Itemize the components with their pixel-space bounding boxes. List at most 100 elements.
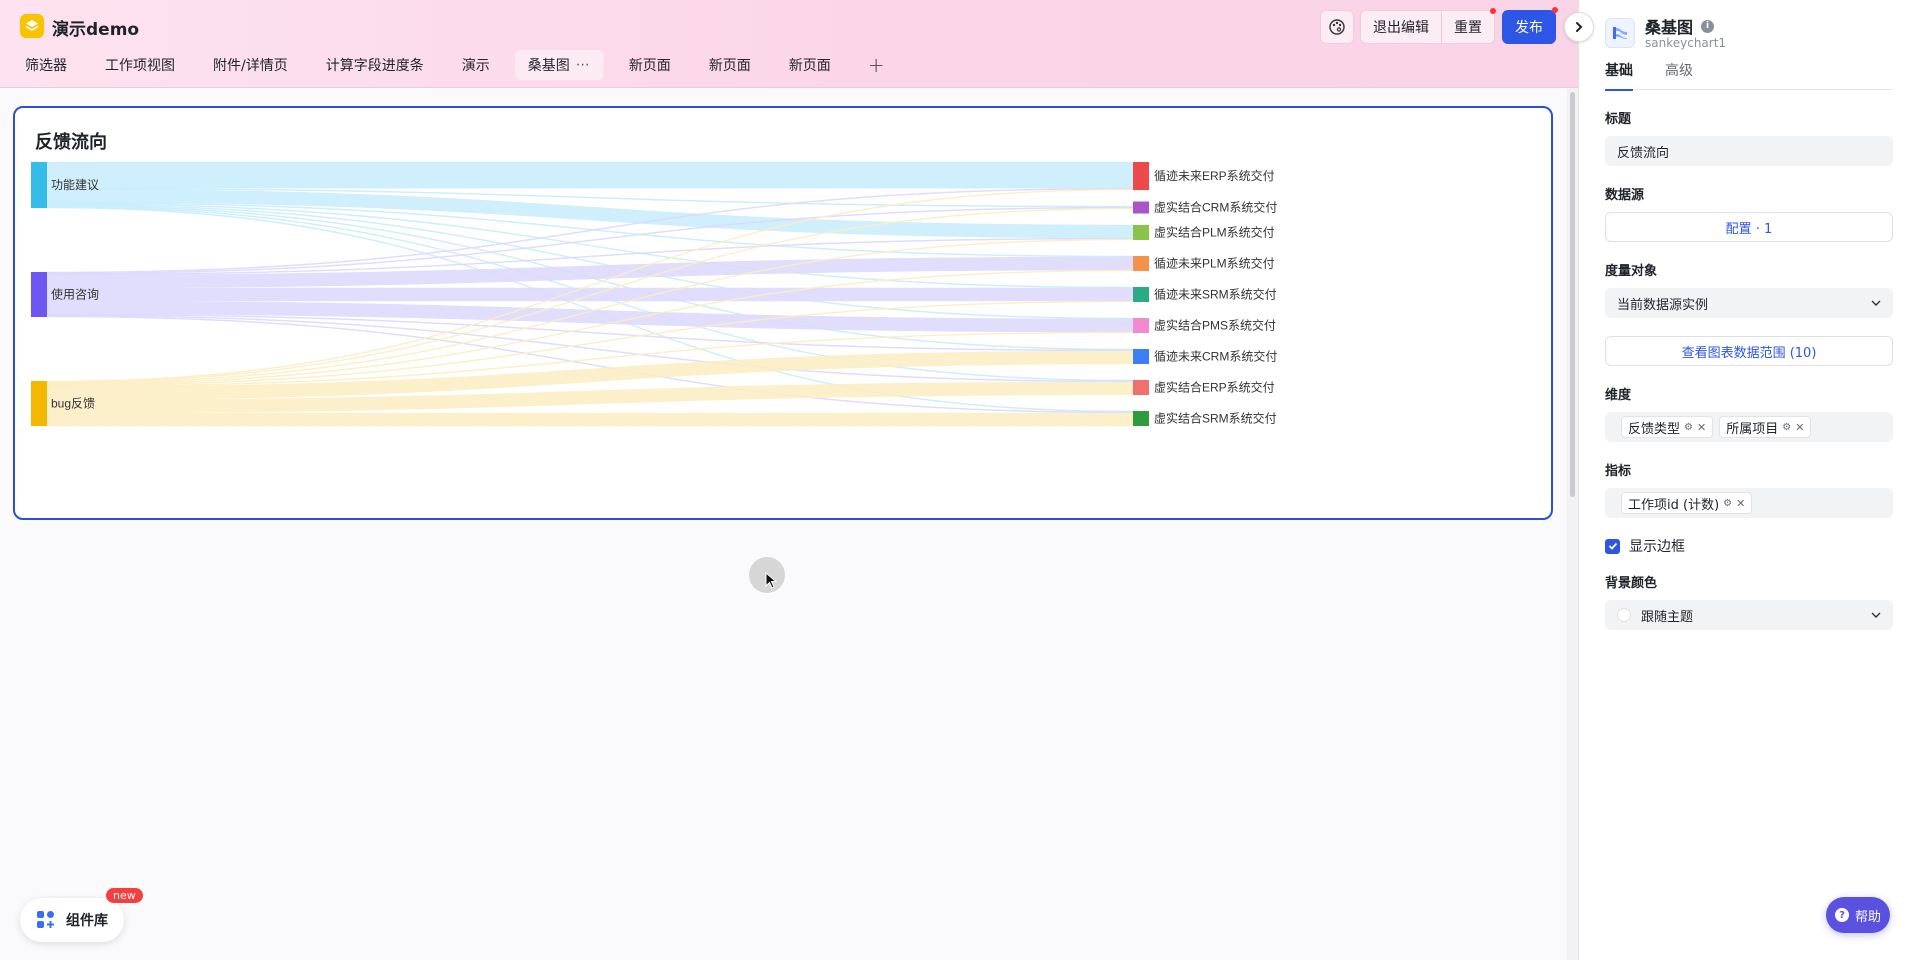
properties-panel: 桑基图 i sankeychart1 基础 高级 标题 反馈流向 数据源 配置 …	[1578, 0, 1914, 960]
help-button[interactable]: ? 帮助	[1826, 897, 1890, 933]
new-badge: new	[106, 888, 143, 903]
background-color-label: 背景颜色	[1605, 576, 1658, 591]
sankey-target-label: 虚实结合PMS系统交付	[1154, 317, 1276, 332]
title-input[interactable]: 反馈流向	[1605, 136, 1893, 166]
sankey-target-label: 虚实结合CRM系统交付	[1154, 200, 1277, 215]
sankey-target-label: 虚实结合PLM系统交付	[1154, 224, 1275, 239]
publish-label: 发布	[1515, 20, 1543, 36]
sankey-target-node	[1133, 348, 1149, 364]
sankey-target-node	[1133, 162, 1149, 191]
sankey-target-label: 循迹未来CRM系统交付	[1154, 348, 1277, 363]
metric-chip-label: 工作项id (计数)	[1628, 497, 1720, 513]
notification-dot	[1490, 8, 1496, 14]
dimension-field[interactable]: 反馈类型 ⚙ ✕ 所属项目 ⚙ ✕	[1605, 412, 1893, 442]
background-color-select[interactable]: 跟随主题	[1605, 600, 1893, 630]
sankey-target-node	[1133, 317, 1149, 333]
gear-icon[interactable]: ⚙	[1782, 422, 1791, 433]
measure-value: 当前数据源实例	[1617, 297, 1709, 313]
add-page-button[interactable]: +	[858, 50, 895, 80]
sankey-target-node	[1133, 201, 1149, 214]
page-tab-label: 演示	[461, 58, 490, 74]
page-tab[interactable]: 筛选器	[12, 50, 80, 80]
sankey-source-label: 功能建议	[51, 178, 99, 192]
color-swatch	[1617, 608, 1631, 622]
page-tab[interactable]: 新页面	[696, 50, 764, 80]
question-icon: ?	[1834, 908, 1849, 922]
palette-icon	[1329, 19, 1345, 35]
theme-palette-button[interactable]	[1320, 10, 1354, 44]
metric-chip[interactable]: 工作项id (计数) ⚙ ✕	[1621, 492, 1753, 514]
page-tab[interactable]: 桑基图 ⋯	[514, 50, 604, 80]
help-label: 帮助	[1854, 909, 1881, 925]
measure-label: 度量对象	[1605, 264, 1658, 279]
dimension-chip[interactable]: 反馈类型 ⚙ ✕	[1621, 416, 1714, 438]
tab-advanced[interactable]: 高级	[1665, 60, 1693, 90]
chevron-down-icon	[1871, 612, 1881, 618]
publish-button[interactable]: 发布	[1502, 7, 1558, 44]
component-library-button[interactable]: 组件库	[20, 898, 124, 942]
sankey-link	[46, 161, 1134, 189]
dimension-chip-label: 所属项目	[1726, 421, 1779, 437]
page-tab[interactable]: 演示	[449, 50, 503, 80]
tab-basic[interactable]: 基础	[1605, 60, 1633, 91]
sankey-target-node	[1133, 255, 1149, 271]
sankey-source-node	[31, 162, 47, 208]
sankey-source-label: bug反馈	[51, 396, 95, 410]
page-tab-label: 新页面	[788, 58, 831, 74]
page-tab-label: 桑基图	[527, 58, 570, 74]
gear-icon[interactable]: ⚙	[1684, 422, 1693, 433]
page-tab[interactable]: 计算字段进度条	[313, 50, 437, 80]
show-border-checkbox[interactable]: 显示边框	[1605, 536, 1685, 556]
page-tab[interactable]: 新页面	[616, 50, 684, 80]
page-tab-label: 计算字段进度条	[325, 58, 424, 74]
component-grid-icon	[37, 911, 54, 928]
measure-select[interactable]: 当前数据源实例	[1605, 288, 1893, 318]
sankey-link	[46, 412, 1134, 427]
page-tab[interactable]: 工作项视图	[92, 50, 188, 80]
more-options-icon[interactable]: ⋯	[576, 57, 591, 73]
sankey-source-node	[31, 271, 47, 317]
page-tab-label: 新页面	[708, 58, 751, 74]
page-tab-label: 筛选器	[25, 58, 67, 74]
datasource-label: 数据源	[1605, 188, 1645, 203]
sankey-target-label: 循迹未来SRM系统交付	[1154, 286, 1277, 301]
background-color-value: 跟随主题	[1641, 609, 1694, 625]
close-icon[interactable]: ✕	[1736, 497, 1745, 510]
sankey-chart-card[interactable]: 反馈流向 功能建议 使用咨询 bug反馈 循迹未来ERP系统交付 虚实结合CRM系统交付…	[13, 106, 1553, 520]
sankey-chart-icon	[1605, 18, 1635, 48]
dimension-label: 维度	[1605, 388, 1632, 403]
page-tab-label: 工作项视图	[105, 58, 175, 74]
sankey-source-label: 使用咨询	[51, 286, 99, 301]
view-chart-data-range-button[interactable]: 查看图表数据范围 (10)	[1605, 336, 1893, 366]
page-tabs: 筛选器 工作项视图 附件/详情页 计算字段进度条 演示 桑基图 ⋯ 新页面 新页面 新页面 +	[12, 50, 906, 80]
metric-field[interactable]: 工作项id (计数) ⚙ ✕	[1605, 488, 1893, 518]
page-tab[interactable]: 附件/详情页	[200, 50, 301, 80]
edit-button-group: 退出编辑 重置	[1360, 8, 1496, 44]
app-logo-icon	[20, 14, 44, 38]
sankey-target-node	[1133, 379, 1149, 395]
sankey-target-label: 虚实结合SRM系统交付	[1154, 410, 1277, 425]
gear-icon[interactable]: ⚙	[1723, 498, 1732, 509]
sankey-target-label: 虚实结合ERP系统交付	[1154, 379, 1275, 394]
page-tab[interactable]: 新页面	[776, 50, 844, 80]
info-icon[interactable]: i	[1701, 19, 1715, 33]
panel-title-text: 桑基图	[1645, 18, 1694, 37]
collapse-panel-button[interactable]	[1564, 12, 1594, 42]
sankey-target-label: 循迹未来PLM系统交付	[1154, 255, 1275, 270]
panel-title: 桑基图 i	[1645, 14, 1715, 38]
close-icon[interactable]: ✕	[1697, 421, 1706, 434]
publish-notification-dot	[1552, 7, 1558, 13]
panel-subtitle: sankeychart1	[1645, 36, 1727, 50]
vertical-scrollbar[interactable]	[1570, 92, 1575, 497]
sankey-chart: 功能建议使用咨询 bug反馈 循迹未来ERP系统交付虚实结合CRM系统交付虚实结合P…	[31, 161, 1277, 427]
chevron-down-icon	[1871, 300, 1881, 306]
dimension-chip[interactable]: 所属项目 ⚙ ✕	[1719, 416, 1812, 438]
exit-edit-button[interactable]: 退出编辑	[1361, 11, 1441, 43]
page-tab-label: 附件/详情页	[213, 58, 288, 74]
chevron-right-icon	[1576, 22, 1583, 32]
close-icon[interactable]: ✕	[1795, 421, 1804, 434]
configure-datasource-button[interactable]: 配置 · 1	[1605, 212, 1893, 242]
checkbox-checked-icon	[1605, 538, 1620, 554]
reset-button[interactable]: 重置	[1441, 8, 1496, 43]
reset-label: 重置	[1454, 20, 1482, 36]
